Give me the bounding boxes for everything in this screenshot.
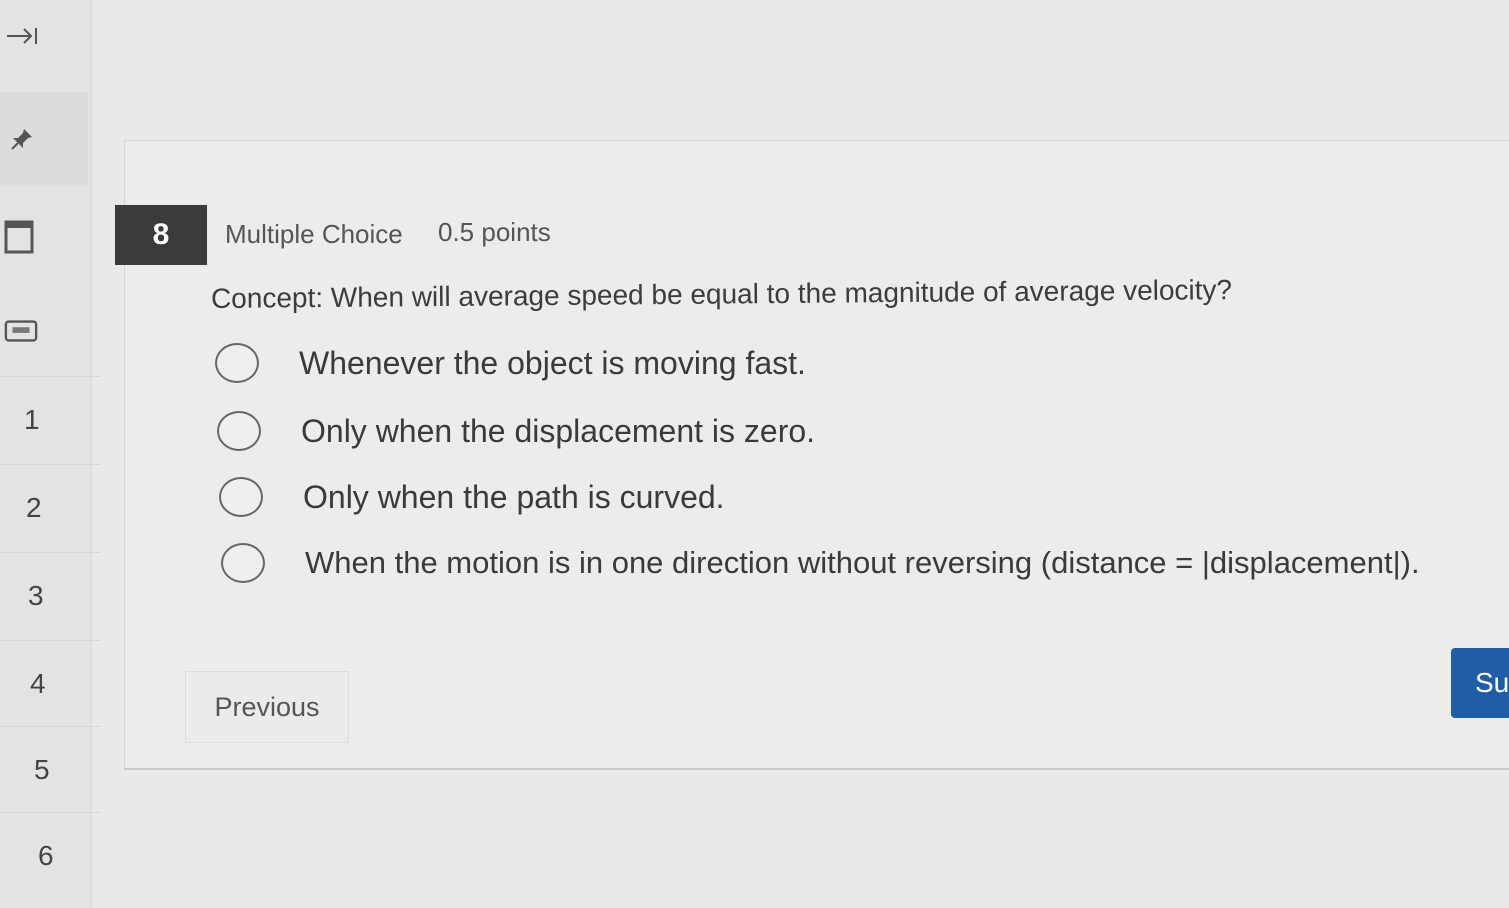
radio-button[interactable] [219, 477, 263, 517]
answer-option-label: Only when the path is curved. [303, 478, 725, 515]
answer-option-label: Only when the displacement is zero. [301, 412, 816, 449]
question-link-label: 6 [38, 839, 54, 871]
question-link-label: 5 [34, 753, 50, 785]
answer-option-3[interactable]: Only when the path is curved. [219, 477, 725, 517]
question-link-4[interactable]: 4 [0, 640, 100, 726]
keyboard-icon-glyph [4, 320, 38, 342]
question-link-label: 3 [28, 579, 44, 611]
previous-button[interactable]: Previous [185, 671, 349, 743]
submit-button[interactable]: Su [1451, 648, 1509, 718]
question-link-3[interactable]: 3 [0, 552, 100, 638]
answer-option-4[interactable]: When the motion is in one direction with… [221, 543, 1420, 583]
question-link-5[interactable]: 5 [0, 726, 100, 812]
question-type: Multiple Choice [225, 219, 403, 249]
answer-option-label: Whenever the object is moving fast. [299, 344, 806, 381]
question-link-label: 4 [30, 667, 46, 699]
window-icon[interactable] [2, 220, 36, 254]
question-card: 8 Multiple Choice 0.5 points Concept: Wh… [115, 140, 1509, 770]
question-prompt: Concept: When will average speed be equa… [210, 274, 1233, 314]
question-points: 0.5 points [438, 217, 551, 247]
answer-option-label: When the motion is in one direction with… [305, 545, 1420, 580]
arrow-to-right-icon[interactable] [4, 22, 40, 50]
question-nav-rail: 1 2 3 4 5 6 [0, 0, 100, 908]
question-link-1[interactable]: 1 [0, 376, 100, 462]
question-number-badge: 8 [115, 205, 207, 265]
answer-option-2[interactable]: Only when the displacement is zero. [217, 411, 815, 451]
pin-icon[interactable] [0, 92, 88, 186]
question-link-label: 1 [24, 403, 40, 435]
arrow-to-right-icon-glyph [7, 28, 37, 44]
pin-icon-glyph [11, 129, 32, 150]
window-icon-glyph [4, 220, 34, 254]
radio-button[interactable] [221, 543, 265, 583]
radio-button[interactable] [217, 411, 261, 451]
radio-button[interactable] [215, 343, 259, 383]
answer-option-1[interactable]: Whenever the object is moving fast. [215, 343, 806, 383]
keyboard-icon[interactable] [4, 314, 38, 348]
question-link-label: 2 [26, 491, 42, 523]
quiz-page: 1 2 3 4 5 6 8 Multiple Choice 0.5 points… [0, 0, 1509, 908]
question-link-6[interactable]: 6 [0, 812, 100, 898]
question-link-2[interactable]: 2 [0, 464, 100, 550]
